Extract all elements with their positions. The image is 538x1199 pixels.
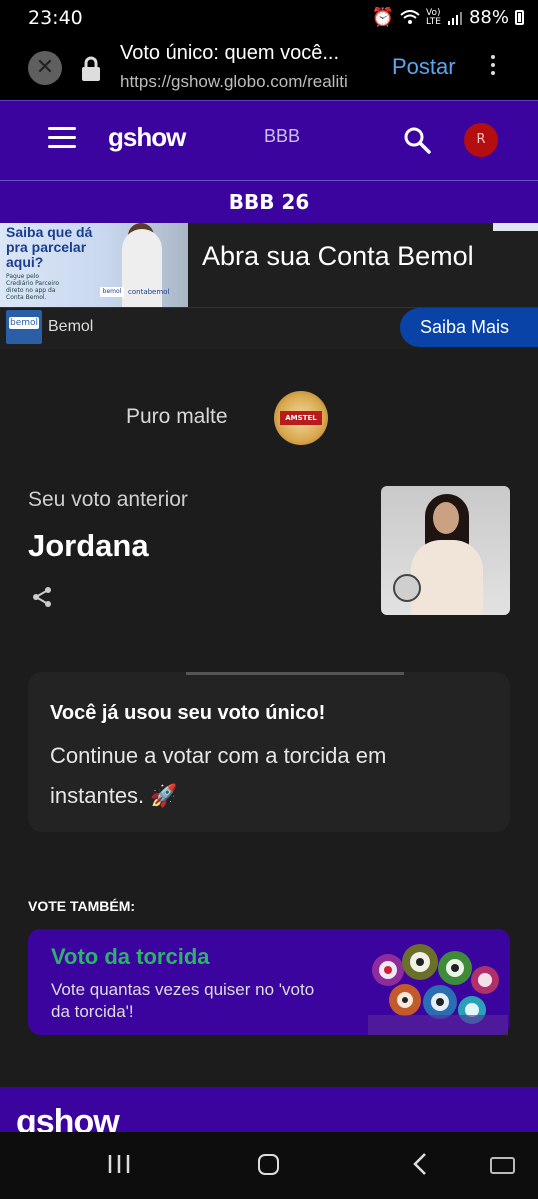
participant-badge-icon: [393, 574, 421, 602]
gshow-logo[interactable]: gshow: [108, 122, 186, 153]
section-bar[interactable]: BBB 26: [0, 180, 538, 223]
signal-icon: [447, 11, 462, 25]
vote-also-heading: VOTE TAMBÉM:: [28, 898, 136, 914]
more-options-icon[interactable]: [484, 52, 502, 82]
ad-image[interactable]: Saiba que dá pra parcelar aqui? Pague pe…: [0, 223, 188, 307]
status-bar: 23:40 ⏰ Vo) LTE 88%: [0, 0, 538, 38]
avatar[interactable]: R: [464, 123, 498, 157]
alarm-icon: ⏰: [371, 7, 395, 28]
notice-title: Você já usou seu voto único!: [50, 702, 326, 724]
status-icons: ⏰ Vo) LTE 88%: [372, 7, 524, 28]
back-icon[interactable]: [410, 1152, 430, 1176]
ad-image-small-text: Pague pelo Crediário Parceiro direto no …: [6, 273, 60, 301]
sponsor-logo: AMSTEL: [274, 391, 328, 445]
rocket-icon: 🚀: [150, 783, 178, 808]
advertiser-logo[interactable]: bemol: [6, 310, 42, 344]
crowd-vote-description[interactable]: Vote quantas vezes quiser no 'voto da to…: [51, 979, 331, 1023]
page-title[interactable]: Voto único: quem você...: [120, 42, 339, 65]
ad-image-logo-bemol: bemol: [100, 287, 124, 297]
notice-text: Continue a votar com a torcida em instan…: [50, 743, 387, 808]
ad-image-headline: Saiba que dá pra parcelar aqui?: [6, 224, 93, 270]
lte-icon: Vo) LTE: [426, 7, 441, 27]
participant-photo: [381, 486, 510, 615]
post-button[interactable]: Postar: [392, 54, 456, 80]
battery-level: 88%: [468, 7, 509, 28]
ad-choices-icon[interactable]: [493, 223, 538, 231]
status-time: 23:40: [28, 7, 83, 29]
recent-apps-icon[interactable]: [107, 1153, 131, 1175]
url-text[interactable]: https://gshow.globo.com/realiti: [120, 72, 348, 92]
menu-icon[interactable]: [48, 127, 76, 149]
nav-link-bbb[interactable]: BBB: [264, 126, 300, 147]
close-tab-button[interactable]: ✕: [28, 51, 62, 85]
card-divider: [186, 672, 404, 675]
advertiser-name[interactable]: Bemol: [48, 318, 93, 336]
battery-icon: [515, 10, 524, 25]
ad-image-logo-contabemol: contabemol: [128, 288, 170, 296]
previous-vote-label: Seu voto anterior: [28, 488, 188, 511]
ad-headline[interactable]: Abra sua Conta Bemol: [202, 241, 474, 272]
home-icon[interactable]: [258, 1154, 279, 1175]
section-title: BBB 26: [228, 190, 310, 214]
lock-icon: [82, 56, 100, 81]
keyboard-icon[interactable]: [490, 1157, 515, 1174]
previous-vote-name: Jordana: [28, 528, 149, 563]
crowd-vote-title[interactable]: Voto da torcida: [51, 944, 210, 970]
share-icon[interactable]: [30, 585, 54, 609]
search-icon[interactable]: [403, 126, 431, 154]
crowd-characters-illustration: [368, 944, 508, 1035]
sponsor-text: Puro malte: [126, 405, 228, 428]
wifi-icon: [400, 9, 420, 24]
learn-more-button[interactable]: Saiba Mais: [400, 308, 538, 347]
